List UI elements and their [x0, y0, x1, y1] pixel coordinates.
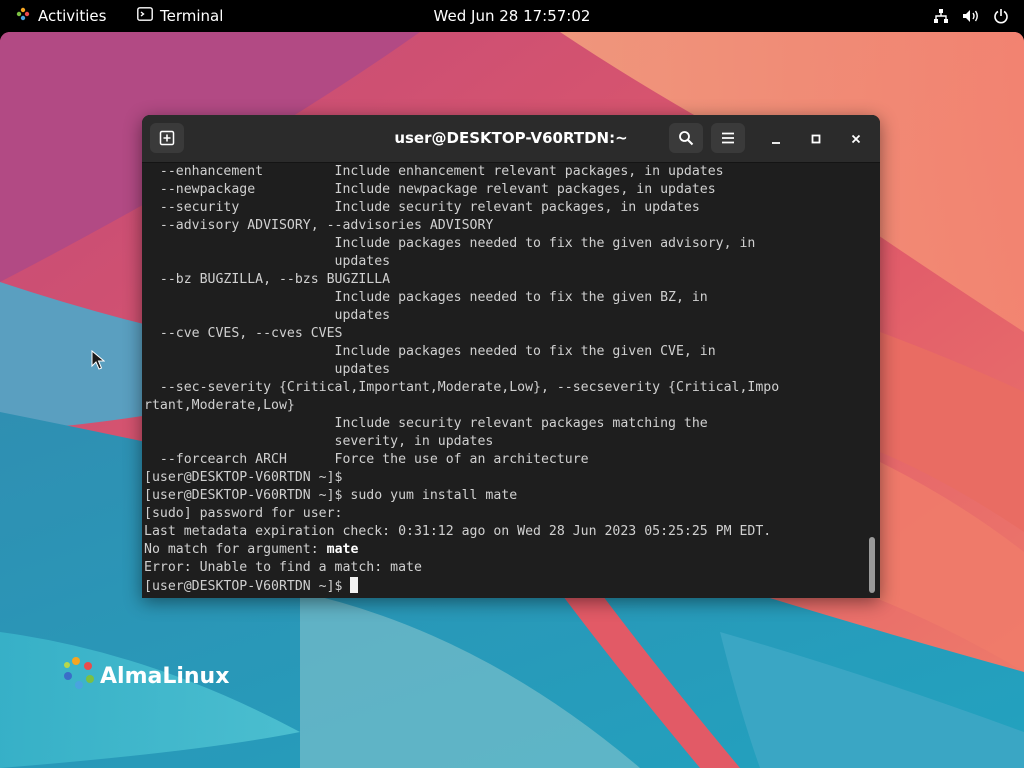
prompt-text: [user@DESKTOP-V60RTDN ~]$ — [144, 579, 351, 594]
top-bar: Activities Terminal Wed Jun 28 17:57:02 — [0, 0, 1024, 32]
menu-button[interactable] — [711, 123, 745, 153]
clock[interactable]: Wed Jun 28 17:57:02 — [434, 7, 591, 25]
terminal-line: --forcearch ARCH Force the use of an arc… — [144, 452, 589, 467]
almalinux-logo-text: AlmaLinux — [100, 663, 230, 689]
terminal-line: Include packages needed to fix the given… — [144, 236, 756, 251]
terminal-line: --security Include security relevant pac… — [144, 200, 700, 215]
terminal-line: [sudo] password for user: — [144, 506, 343, 521]
terminal-scrollbar[interactable] — [866, 163, 878, 598]
almalinux-logo: AlmaLinux — [62, 656, 229, 696]
terminal-line: --sec-severity {Critical,Important,Moder… — [144, 380, 780, 395]
close-button[interactable] — [844, 127, 868, 151]
text-cursor — [350, 577, 359, 593]
terminal-line: --newpackage Include newpackage relevant… — [144, 182, 716, 197]
network-icon[interactable] — [932, 7, 950, 25]
terminal-line: [user@DESKTOP-V60RTDN ~]$ sudo yum insta… — [144, 488, 518, 503]
hamburger-menu-icon — [722, 132, 734, 144]
terminal-line: --advisory ADVISORY, --advisories ADVISO… — [144, 218, 494, 233]
terminal-line: Include packages needed to fix the given… — [144, 344, 716, 359]
terminal-line: updates — [144, 308, 391, 323]
terminal-line: [user@DESKTOP-V60RTDN ~]$ — [144, 470, 343, 485]
terminal-line: --bz BUGZILLA, --bzs BUGZILLA — [144, 272, 391, 287]
minimize-button[interactable] — [764, 127, 788, 151]
scrollbar-thumb[interactable] — [869, 537, 875, 593]
terminal-line: Include packages needed to fix the given… — [144, 290, 708, 305]
terminal-line: severity, in updates — [144, 434, 494, 449]
terminal-line: updates — [144, 254, 391, 269]
no-match-text: No match for argument: — [144, 542, 327, 557]
maximize-button[interactable] — [804, 127, 828, 151]
volume-icon[interactable] — [962, 7, 980, 25]
system-tray[interactable] — [932, 0, 1010, 32]
terminal-line: Include security relevant packages match… — [144, 416, 708, 431]
terminal-text: --enhancement Include enhancement releva… — [144, 163, 779, 595]
minimize-icon — [772, 142, 780, 144]
maximize-icon — [811, 134, 821, 144]
terminal-line: Last metadata expiration check: 0:31:12 … — [144, 524, 772, 539]
terminal-app-icon — [137, 7, 153, 25]
new-tab-icon — [159, 130, 175, 146]
search-icon — [679, 131, 694, 146]
close-icon — [851, 134, 861, 144]
terminal-prompt-line[interactable]: [user@DESKTOP-V60RTDN ~]$ — [144, 577, 779, 595]
terminal-line-no-match: No match for argument: mate — [144, 541, 779, 559]
activities-label: Activities — [38, 7, 107, 25]
terminal-line: --cve CVES, --cves CVES — [144, 326, 343, 341]
terminal-line: --enhancement Include enhancement releva… — [144, 164, 724, 179]
mouse-pointer-icon — [91, 349, 106, 374]
terminal-header-bar[interactable]: user@DESKTOP-V60RTDN:~ — [142, 115, 880, 163]
alma-small-logo-icon — [16, 7, 30, 25]
almalinux-logo-icon — [62, 656, 96, 696]
terminal-line: rtant,Moderate,Low} — [144, 398, 295, 413]
activities-button[interactable]: Activities — [16, 0, 106, 32]
terminal-output[interactable]: --enhancement Include enhancement releva… — [142, 163, 864, 598]
terminal-line: updates — [144, 362, 391, 377]
search-button[interactable] — [669, 123, 703, 153]
new-tab-button[interactable] — [150, 123, 184, 153]
window-title: user@DESKTOP-V60RTDN:~ — [394, 129, 628, 147]
terminal-line: Error: Unable to find a match: mate — [144, 560, 422, 575]
app-menu-terminal[interactable]: Terminal — [137, 0, 223, 32]
power-icon[interactable] — [992, 7, 1010, 25]
terminal-window[interactable]: user@DESKTOP-V60RTDN:~ --enhancement Inc… — [142, 115, 880, 598]
app-menu-label: Terminal — [160, 7, 224, 25]
no-match-argument: mate — [326, 542, 359, 557]
